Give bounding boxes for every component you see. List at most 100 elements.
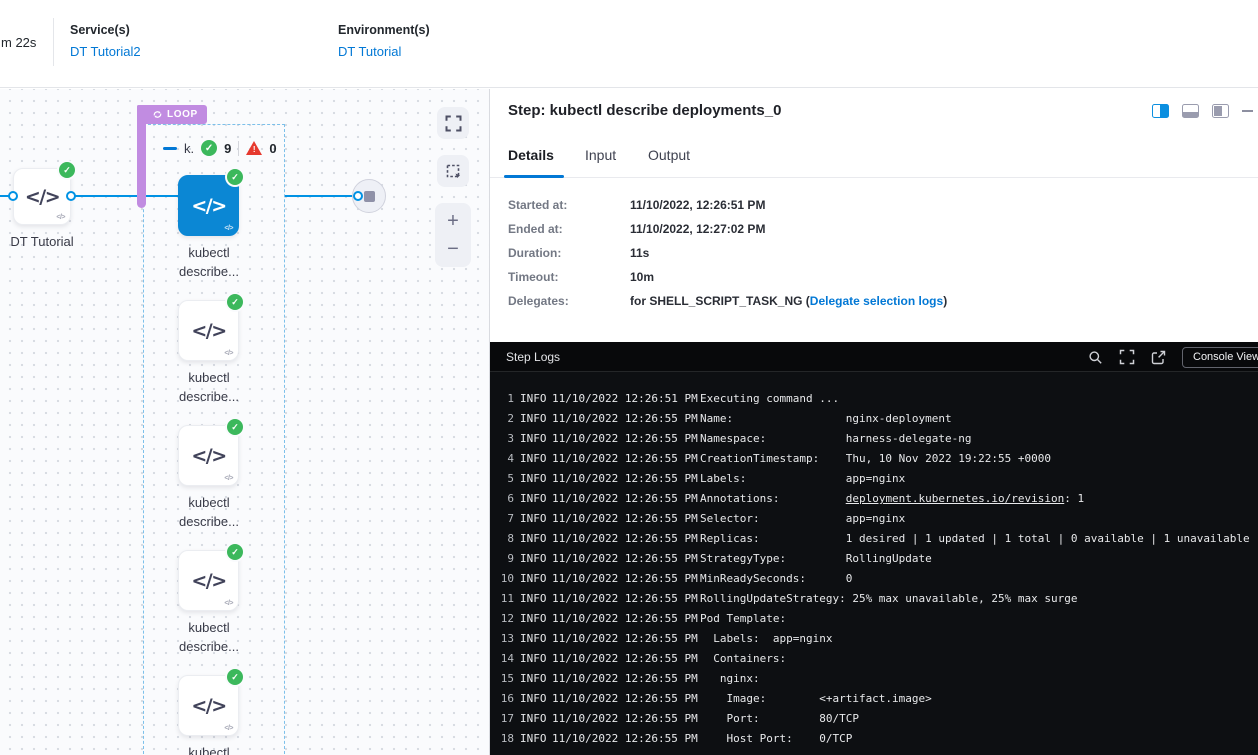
log-timestamp: 11/10/2022 12:26:55 PM: [552, 689, 700, 709]
log-line: 18INFO11/10/2022 12:26:55 PM Host Port: …: [490, 729, 1258, 749]
node-port-left[interactable]: [353, 191, 363, 201]
fit-to-screen-button[interactable]: [437, 107, 469, 139]
detail-value: for SHELL_SCRIPT_TASK_NG (Delegate selec…: [630, 294, 947, 308]
log-open-new-tab-button[interactable]: [1151, 350, 1166, 365]
layout-split-bottom-icon[interactable]: [1182, 104, 1199, 118]
layout-split-right-icon[interactable]: [1152, 104, 1169, 118]
log-level: INFO: [520, 609, 552, 629]
loop-badge-label: LOOP: [167, 109, 198, 120]
log-line-number: 2: [490, 409, 514, 429]
step-node[interactable]: </></>✓: [178, 550, 239, 611]
step-node-label: kubectldescribe...: [144, 493, 274, 531]
success-check-icon: ✓: [59, 162, 75, 178]
log-timestamp: 11/10/2022 12:26:55 PM: [552, 569, 700, 589]
log-message: Pod Template:: [700, 609, 786, 629]
code-icon: </>: [191, 570, 225, 592]
log-line: 14INFO11/10/2022 12:26:55 PM Containers:: [490, 649, 1258, 669]
tab-output[interactable]: Output: [648, 147, 690, 178]
service-link[interactable]: DT Tutorial2: [70, 44, 141, 59]
step-node-label: kubectldescribe...: [144, 243, 274, 281]
log-link[interactable]: deployment.kubernetes.io/revision: [846, 492, 1065, 505]
marquee-icon: [445, 163, 462, 180]
step-node-label: kubectldescribe...: [144, 618, 274, 656]
log-line-number: 18: [490, 729, 514, 749]
log-level: INFO: [520, 469, 552, 489]
tab-details[interactable]: Details: [508, 147, 554, 178]
collapse-icon[interactable]: [163, 147, 177, 150]
console-view-button[interactable]: Console View: [1182, 347, 1258, 368]
services-label: Service(s): [70, 23, 141, 37]
step-logs-header: Step Logs Console View: [490, 342, 1258, 372]
log-level: INFO: [520, 389, 552, 409]
detail-value-text: for SHELL_SCRIPT_TASK_NG (: [630, 294, 810, 308]
log-message-text: Annotations:: [700, 492, 846, 505]
stage-node-dt-tutorial[interactable]: </> </> ✓: [13, 168, 71, 225]
code-icon: </>: [191, 445, 225, 467]
log-line: 12INFO11/10/2022 12:26:55 PMPod Template…: [490, 609, 1258, 629]
zoom-out-button[interactable]: −: [447, 239, 459, 259]
log-search-button[interactable]: [1088, 350, 1103, 365]
success-check-icon: ✓: [201, 140, 217, 156]
tab-input[interactable]: Input: [585, 147, 616, 178]
code-icon: </>: [191, 195, 225, 217]
log-line-number: 16: [490, 689, 514, 709]
code-icon: </>: [191, 695, 225, 717]
step-node[interactable]: </></>✓: [178, 675, 239, 736]
success-check-icon: ✓: [227, 669, 243, 685]
zoom-in-button[interactable]: +: [447, 211, 459, 231]
step-logs-title: Step Logs: [506, 350, 560, 364]
log-message: nginx:: [700, 669, 760, 689]
log-line-number: 8: [490, 529, 514, 549]
matrix-divider: [238, 141, 239, 156]
step-node[interactable]: </></>✓: [178, 425, 239, 486]
log-timestamp: 11/10/2022 12:26:55 PM: [552, 469, 700, 489]
header-divider: [53, 18, 54, 66]
marquee-select-button[interactable]: [437, 155, 469, 187]
log-message: Labels: app=nginx: [700, 469, 905, 489]
log-line-number: 6: [490, 489, 514, 509]
log-level: INFO: [520, 709, 552, 729]
loop-icon: [152, 109, 163, 120]
step-node-selected[interactable]: </></>✓: [178, 175, 239, 236]
log-level: INFO: [520, 509, 552, 529]
layout-split-left-icon[interactable]: [1212, 104, 1229, 118]
step-label-line: describe...: [144, 262, 274, 281]
log-line-number: 3: [490, 429, 514, 449]
log-level: INFO: [520, 569, 552, 589]
detail-row: Delegates:for SHELL_SCRIPT_TASK_NG (Dele…: [490, 289, 947, 313]
step-logs-section: Step Logs Console View 1INFO11/10/2022 1…: [490, 342, 1258, 755]
pipeline-canvas[interactable]: LOOP k. ✓ 9 ! 0 </> </> ✓ DT Tutorial </…: [0, 89, 490, 755]
log-timestamp: 11/10/2022 12:26:55 PM: [552, 429, 700, 449]
environment-link[interactable]: DT Tutorial: [338, 44, 430, 59]
failed-count: 0: [269, 141, 276, 156]
step-type-icon: </>: [224, 225, 233, 232]
step-type-icon: </>: [224, 350, 233, 357]
log-message: Image: <+artifact.image>: [700, 689, 932, 709]
environments-label: Environment(s): [338, 23, 430, 37]
log-timestamp: 11/10/2022 12:26:55 PM: [552, 709, 700, 729]
code-icon: </>: [25, 186, 59, 208]
step-label-line: kubectl: [144, 243, 274, 262]
detail-value: 10m: [630, 270, 654, 284]
node-port-right[interactable]: [66, 191, 76, 201]
step-label-line: describe...: [144, 637, 274, 656]
node-port-left[interactable]: [8, 191, 18, 201]
fullscreen-icon: [445, 115, 462, 132]
detail-row: Timeout:10m: [490, 265, 947, 289]
success-check-icon: ✓: [227, 169, 243, 185]
log-fullscreen-button[interactable]: [1119, 349, 1135, 365]
detail-value: 11s: [630, 246, 649, 260]
step-label-line: kubectl: [144, 743, 274, 755]
log-line: 3INFO11/10/2022 12:26:55 PMNamespace: ha…: [490, 429, 1258, 449]
stop-square-icon: [364, 191, 375, 202]
delegate-selection-logs-link[interactable]: Delegate selection logs: [810, 294, 943, 308]
success-check-icon: ✓: [227, 544, 243, 560]
minimize-panel-icon[interactable]: [1242, 110, 1253, 112]
log-message: Host Port: 0/TCP: [700, 729, 852, 749]
log-timestamp: 11/10/2022 12:26:55 PM: [552, 549, 700, 569]
step-node[interactable]: </></>✓: [178, 300, 239, 361]
log-line: 17INFO11/10/2022 12:26:55 PM Port: 80/TC…: [490, 709, 1258, 729]
log-line: 7INFO11/10/2022 12:26:55 PMSelector: app…: [490, 509, 1258, 529]
log-message: Replicas: 1 desired | 1 updated | 1 tota…: [700, 529, 1250, 549]
log-line: 10INFO11/10/2022 12:26:55 PMMinReadySeco…: [490, 569, 1258, 589]
